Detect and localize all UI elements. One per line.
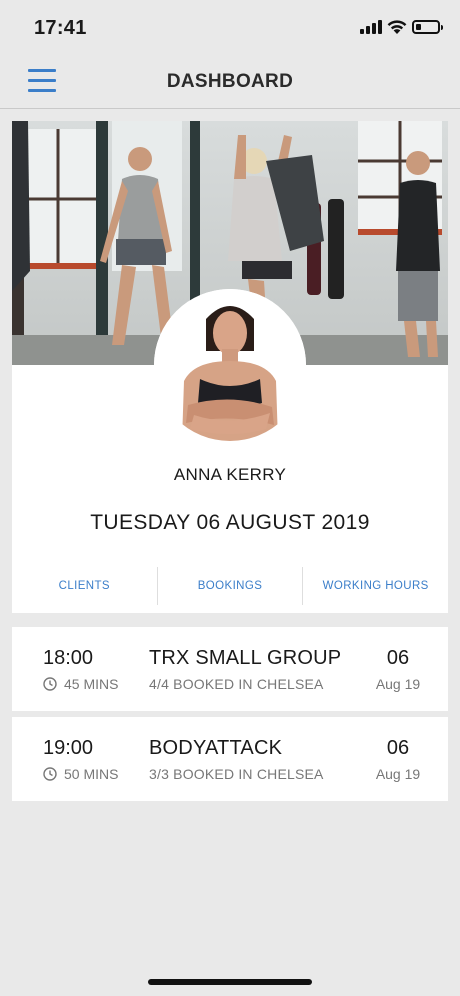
booking-day: 06: [386, 737, 410, 759]
booking-day: 06: [386, 647, 410, 669]
clock-icon: [43, 767, 57, 781]
home-indicator[interactable]: [148, 979, 312, 985]
booking-duration-text: 50 MINS: [64, 766, 119, 782]
status-time: 17:41: [34, 17, 87, 39]
tab-bookings[interactable]: BOOKINGS: [158, 567, 303, 605]
booking-time: 19:00: [43, 737, 94, 759]
battery-icon: [412, 20, 443, 34]
page-title: DASHBOARD: [166, 71, 294, 92]
profile-card: ANNA KERRY TUESDAY 06 AUGUST 2019 CLIENT…: [12, 121, 448, 613]
nav-bar: DASHBOARD: [0, 56, 460, 109]
booking-duration: 50 MINS: [43, 766, 118, 782]
booking-duration-text: 45 MINS: [64, 676, 119, 692]
booking-month: Aug 19: [375, 676, 421, 692]
tab-working-hours[interactable]: WORKING HOURS: [303, 567, 448, 605]
booking-card[interactable]: 18:00 45 MINS TRX SMALL GROUP 4/4 BOOKED…: [12, 627, 448, 711]
clock-icon: [43, 677, 57, 691]
avatar: [154, 289, 306, 441]
profile-name: ANNA KERRY: [173, 465, 287, 484]
wifi-icon: [387, 20, 407, 34]
booking-subtitle: 3/3 BOOKED IN CHELSEA: [149, 766, 324, 782]
tab-clients[interactable]: CLIENTS: [12, 567, 157, 605]
booking-time: 18:00: [43, 647, 94, 669]
current-date: TUESDAY 06 AUGUST 2019: [90, 511, 370, 534]
profile-tabs: CLIENTS BOOKINGS WORKING HOURS: [12, 567, 448, 605]
booking-title: TRX SMALL GROUP: [149, 647, 342, 669]
booking-card[interactable]: 19:00 50 MINS BODYATTACK 3/3 BOOKED IN C…: [12, 717, 448, 801]
booking-duration: 45 MINS: [43, 676, 118, 692]
booking-subtitle: 4/4 BOOKED IN CHELSEA: [149, 676, 324, 692]
booking-month: Aug 19: [375, 766, 421, 782]
cellular-signal-icon: [360, 20, 382, 34]
booking-title: BODYATTACK: [149, 737, 283, 759]
status-bar: 17:41: [0, 0, 460, 56]
